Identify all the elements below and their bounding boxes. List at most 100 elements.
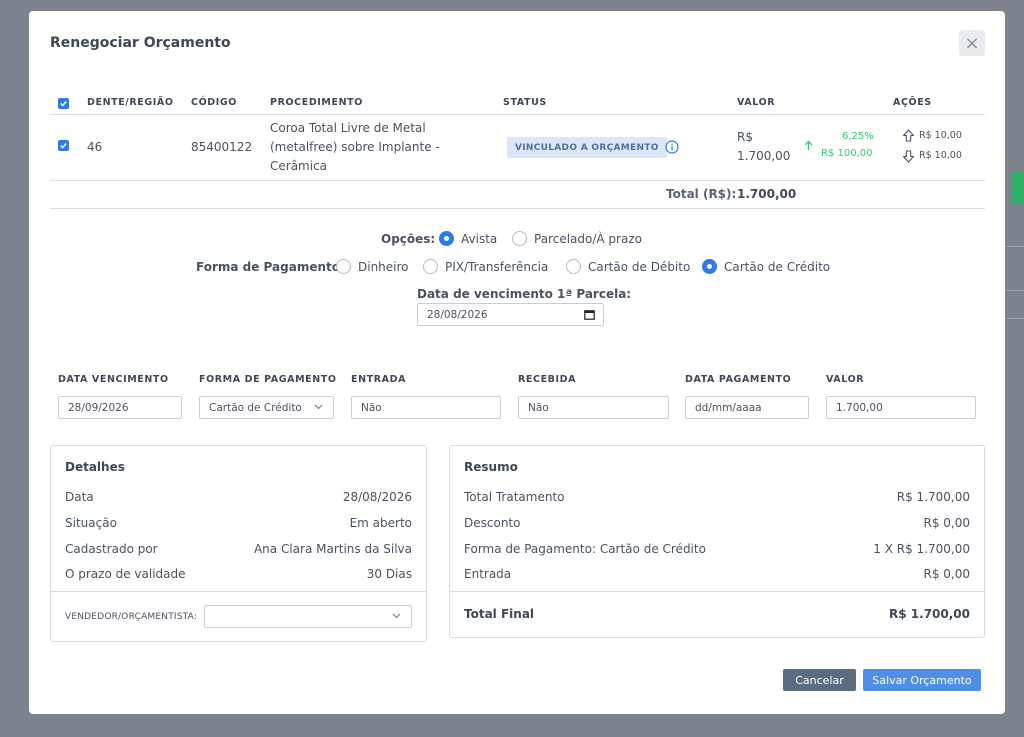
seller-select[interactable] bbox=[204, 605, 412, 628]
option-parcelado-label[interactable]: Parcelado/À prazo bbox=[534, 232, 642, 246]
row-increase-value: R$ 100,00 bbox=[821, 148, 873, 159]
summary-row: Total Tratamento R$ 1.700,00 bbox=[464, 490, 970, 504]
total-divider bbox=[50, 208, 985, 209]
payment-pix-radio[interactable] bbox=[423, 259, 438, 274]
details-row-value: Em aberto bbox=[349, 516, 412, 530]
background-divider bbox=[1005, 246, 1024, 247]
header-tooth: DENTE/REGIÃO bbox=[87, 97, 174, 108]
header-due-date: DATA VENCIMENTO bbox=[58, 374, 169, 385]
summary-final-label: Total Final bbox=[464, 607, 535, 621]
details-panel: Detalhes Data 28/08/2026 Situação Em abe… bbox=[50, 445, 427, 642]
due-date-input[interactable]: 28/09/2026 bbox=[58, 396, 182, 419]
payment-debito-radio[interactable] bbox=[566, 259, 581, 274]
check-icon bbox=[60, 101, 67, 107]
cancel-button[interactable]: Cancelar bbox=[783, 669, 856, 691]
payment-dinheiro-radio[interactable] bbox=[336, 259, 351, 274]
header-status: STATUS bbox=[503, 97, 547, 108]
summary-final-row: Total Final R$ 1.700,00 bbox=[464, 607, 970, 621]
details-row: Data 28/08/2026 bbox=[65, 490, 412, 504]
status-badge: VINCULADO A ORÇAMENTO bbox=[507, 137, 667, 158]
header-received: RECEBIDA bbox=[518, 374, 577, 385]
row-procedure-line-1: Coroa Total Livre de Metal bbox=[270, 121, 426, 135]
row-procedure-line-3: Cerâmica bbox=[270, 159, 328, 173]
header-payment-method: FORMA DE PAGAMENTO bbox=[199, 374, 337, 385]
close-button[interactable]: × bbox=[959, 30, 985, 56]
summary-row-value: R$ 0,00 bbox=[923, 567, 970, 581]
renegotiate-budget-modal: Renegociar Orçamento × DENTE/REGIÃO CÓDI… bbox=[29, 11, 1005, 714]
payment-dinheiro-label[interactable]: Dinheiro bbox=[358, 260, 409, 274]
details-row: Cadastrado por Ana Clara Martins da Silv… bbox=[65, 542, 412, 556]
summary-title: Resumo bbox=[464, 460, 518, 474]
details-divider bbox=[51, 591, 426, 592]
summary-divider bbox=[450, 591, 984, 592]
options-label: Opções: bbox=[381, 232, 436, 246]
header-entry: ENTRADA bbox=[351, 374, 407, 385]
row-action-up-value: R$ 10,00 bbox=[919, 130, 962, 141]
row-value-currency: R$ bbox=[737, 130, 753, 144]
header-value: VALOR bbox=[737, 97, 776, 108]
row-action-down-value: R$ 10,00 bbox=[919, 150, 962, 161]
row-checkbox[interactable] bbox=[58, 140, 69, 151]
header-installment-value: VALOR bbox=[826, 374, 865, 385]
arrow-up-icon bbox=[804, 140, 813, 150]
entry-input[interactable]: Não bbox=[351, 396, 501, 419]
first-due-date-value: 28/08/2026 bbox=[427, 308, 488, 321]
seller-label: VENDEDOR/ORÇAMENTISTA: bbox=[65, 612, 198, 622]
received-input[interactable]: Não bbox=[518, 396, 669, 419]
increase-arrow-icon[interactable] bbox=[902, 129, 915, 142]
row-procedure-line-2: (metalfree) sobre Implante - bbox=[270, 140, 440, 154]
details-row-value: Ana Clara Martins da Silva bbox=[253, 542, 412, 556]
details-row-label: Situação bbox=[65, 516, 117, 530]
details-row-label: O prazo de validade bbox=[65, 567, 186, 581]
background-divider bbox=[1005, 290, 1024, 291]
details-row: Situação Em aberto bbox=[65, 516, 412, 530]
check-icon bbox=[60, 143, 67, 149]
row-tooth: 46 bbox=[87, 140, 103, 154]
payment-date-input[interactable]: dd/mm/aaaa bbox=[685, 396, 809, 419]
close-icon: × bbox=[964, 32, 980, 54]
summary-row-label: Entrada bbox=[464, 567, 512, 581]
summary-row-value: 1 X R$ 1.700,00 bbox=[873, 542, 970, 556]
summary-row: Forma de Pagamento: Cartão de Crédito 1 … bbox=[464, 542, 970, 556]
option-avista-label[interactable]: Avista bbox=[461, 232, 497, 246]
summary-row-label: Forma de Pagamento: Cartão de Crédito bbox=[464, 542, 706, 556]
summary-row-value: R$ 1.700,00 bbox=[896, 490, 970, 504]
select-all-checkbox[interactable] bbox=[58, 98, 69, 109]
row-value-amount: 1.700,00 bbox=[737, 149, 791, 163]
row-code: 85400122 bbox=[191, 140, 253, 154]
summary-row: Desconto R$ 0,00 bbox=[464, 516, 970, 530]
header-payment-date: DATA PAGAMENTO bbox=[685, 374, 792, 385]
chevron-down-icon bbox=[314, 404, 323, 410]
payment-method-select[interactable]: Cartão de Crédito bbox=[199, 396, 334, 419]
table-row-divider bbox=[50, 180, 985, 181]
summary-panel: Resumo Total Tratamento R$ 1.700,00 Desc… bbox=[449, 445, 985, 638]
table-header-divider bbox=[50, 114, 985, 115]
details-row: O prazo de validade 30 Dias bbox=[65, 567, 412, 581]
payment-credito-radio[interactable] bbox=[702, 259, 717, 274]
save-budget-button[interactable]: Salvar Orçamento bbox=[863, 669, 981, 691]
first-due-date-input[interactable]: 28/08/2026 bbox=[417, 303, 604, 326]
installment-value-input[interactable]: 1.700,00 bbox=[826, 396, 976, 419]
background-divider bbox=[1005, 318, 1024, 319]
row-increase-percent: 6,25% bbox=[842, 131, 874, 142]
details-row-value: 30 Dias bbox=[366, 567, 412, 581]
option-parcelado-radio[interactable] bbox=[512, 231, 527, 246]
payment-pix-label[interactable]: PIX/Transferência bbox=[445, 260, 548, 274]
chevron-down-icon bbox=[392, 613, 401, 619]
summary-row-value: R$ 0,00 bbox=[923, 516, 970, 530]
payment-method-select-value: Cartão de Crédito bbox=[209, 401, 302, 414]
total-label: Total (R$): bbox=[666, 187, 737, 201]
payment-debito-label[interactable]: Cartão de Débito bbox=[588, 260, 690, 274]
info-icon[interactable] bbox=[665, 140, 679, 154]
decrease-arrow-icon[interactable] bbox=[902, 150, 915, 163]
details-row-value: 28/08/2026 bbox=[342, 490, 412, 504]
total-value: 1.700,00 bbox=[737, 187, 797, 201]
summary-row-label: Total Tratamento bbox=[464, 490, 565, 504]
payment-credito-label[interactable]: Cartão de Crédito bbox=[724, 260, 830, 274]
payment-method-label: Forma de Pagamento: bbox=[196, 260, 345, 274]
option-avista-radio[interactable] bbox=[439, 231, 454, 246]
modal-title: Renegociar Orçamento bbox=[50, 35, 231, 51]
calendar-icon[interactable] bbox=[584, 309, 595, 320]
header-procedure: PROCEDIMENTO bbox=[270, 97, 363, 108]
summary-row-label: Desconto bbox=[464, 516, 521, 530]
